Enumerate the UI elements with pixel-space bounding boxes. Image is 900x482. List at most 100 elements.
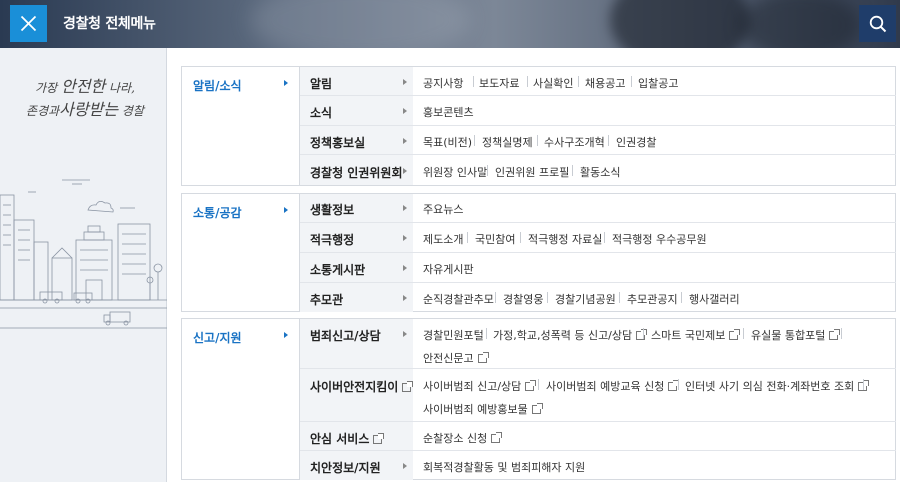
chevron-right-icon (403, 235, 407, 241)
submenu-row: 정책홍보실 목표(비전) 정책실명제 수사구조개혁 인권경찰 (300, 126, 896, 155)
menu-link[interactable]: 가정,학교,성폭력 등 신고/상담 (493, 327, 648, 343)
menu-link[interactable]: 인권위원 프로필 (495, 164, 569, 180)
submenu-item-cyber-safety[interactable]: 사이버안전지킴이 (300, 369, 414, 421)
slogan: 가장 안전한 나라, 존경과사랑받는 경찰 (10, 76, 160, 122)
divider (743, 328, 744, 339)
header-background-blur (740, 0, 860, 48)
slogan-text: 가장 (35, 81, 61, 95)
submenu-item-alert[interactable]: 알림 (300, 67, 413, 95)
category-report[interactable]: 신고/지원 (182, 319, 300, 479)
chevron-right-icon (403, 265, 407, 271)
external-link-icon (829, 329, 841, 340)
submenu-row: 적극행정 제도소개 국민참여 적극행정 자료실 적극행정 우수공무원 (300, 223, 896, 253)
menu-link-label: 가정,학교,성폭력 등 신고/상담 (493, 329, 633, 342)
slogan-text: 존경과 (26, 104, 60, 118)
submenu-item-public-safety[interactable]: 치안정보/지원 (300, 451, 413, 480)
menu-link[interactable]: 인권경찰 (616, 134, 656, 150)
menu-link[interactable]: 채용공고 (585, 75, 625, 91)
menu-link[interactable]: 국민참여 (475, 231, 515, 247)
chevron-right-icon (284, 207, 288, 213)
slogan-line-1: 가장 안전한 나라, (10, 76, 160, 99)
slogan-text: 나라, (105, 81, 135, 95)
submenu-item-human-rights[interactable]: 경찰청 인권위원회 (300, 155, 413, 185)
menu-link[interactable]: 인터넷 사기 의심 전화·계좌번호 조회 (685, 378, 870, 394)
menu-link[interactable]: 입찰공고 (638, 75, 678, 91)
divider (487, 165, 488, 176)
menu-link[interactable]: 제도소개 (423, 231, 463, 247)
menu-link[interactable]: 사이버범죄 신고/상담 (423, 378, 537, 394)
category-communication[interactable]: 소통/공감 (182, 194, 300, 311)
divider (473, 76, 474, 87)
menu-title: 경찰청 전체메뉴 (63, 16, 156, 32)
submenu-row: 소식 홍보콘텐츠 (300, 96, 896, 126)
submenu-label: 치안정보/지원 (310, 461, 381, 475)
close-menu-button[interactable] (10, 5, 47, 42)
submenu-item-news[interactable]: 소식 (300, 96, 413, 125)
left-panel: 가장 안전한 나라, 존경과사랑받는 경찰 (0, 48, 167, 482)
menu-link[interactable]: 정책실명제 (482, 134, 533, 150)
menu-link-label: 유실물 통합포털 (751, 329, 826, 342)
search-button[interactable] (859, 5, 896, 42)
menu-link[interactable]: 홍보콘텐츠 (423, 104, 474, 120)
menu-link[interactable]: 행사갤러리 (689, 291, 740, 307)
menu-link[interactable]: 유실물 통합포털 (751, 327, 841, 343)
menu-link-label: 사이버범죄 예방교육 신청 (546, 380, 665, 393)
menu-link[interactable]: 적극행정 자료실 (528, 231, 602, 247)
menu-link[interactable]: 경찰기념공원 (555, 291, 616, 307)
menu-link[interactable]: 위원장 인사말 (423, 164, 487, 180)
external-link-icon (729, 329, 741, 340)
chevron-right-icon (403, 79, 407, 85)
menu-link[interactable]: 적극행정 우수공무원 (612, 231, 707, 247)
menu-link[interactable]: 사실확인 (533, 75, 573, 91)
category-notice[interactable]: 알림/소식 (182, 67, 300, 185)
submenu-row: 추모관 순직경찰관추모 경찰영웅 경찰기념공원 추모관공지 행사갤러리 (300, 283, 896, 312)
menu-link[interactable]: 보도자료 (479, 75, 519, 91)
submenu-item-safe-service[interactable]: 안심 서비스 (300, 422, 413, 450)
menu-link[interactable]: 수사구조개혁 (544, 134, 605, 150)
submenu-item-active-admin[interactable]: 적극행정 (300, 223, 413, 252)
menu-header: 경찰청 전체메뉴 (0, 0, 900, 48)
menu-link[interactable]: 활동소식 (580, 164, 620, 180)
menu-link[interactable]: 목표(비전) (423, 134, 472, 150)
submenu-label: 추모관 (310, 293, 344, 307)
menu-link[interactable]: 추모관공지 (627, 291, 678, 307)
divider (604, 232, 605, 243)
menu-link[interactable]: 순직경찰관추모 (423, 291, 494, 307)
submenu-item-policy[interactable]: 정책홍보실 (300, 126, 413, 154)
menu-link[interactable]: 회복적경찰활동 및 범죄피해자 지원 (423, 459, 585, 475)
menu-link[interactable]: 안전신문고 (423, 350, 489, 366)
submenu-row: 경찰청 인권위원회 위원장 인사말 인권위원 프로필 활동소식 (300, 155, 896, 185)
menu-link-label: 인터넷 사기 의심 전화·계좌번호 조회 (685, 380, 855, 393)
submenu-label-text: 안심 서비스 (310, 432, 370, 446)
submenu-item-crime-report[interactable]: 범죄신고/상담 (300, 319, 413, 368)
chevron-right-icon (403, 205, 407, 211)
divider (537, 135, 538, 146)
submenu-row: 소통게시판 자유게시판 (300, 253, 896, 283)
submenu-label: 정책홍보실 (310, 136, 366, 150)
slogan-text-emphasis: 안전한 (61, 77, 106, 96)
submenu-item-board[interactable]: 소통게시판 (300, 253, 413, 282)
menu-link[interactable]: 경찰민원포털 (423, 327, 484, 343)
submenu-item-life-info[interactable]: 생활정보 (300, 194, 413, 222)
external-link-icon (525, 380, 537, 391)
chevron-right-icon (284, 80, 288, 86)
menu-link-label: 안전신문고 (423, 352, 474, 365)
menu-link[interactable]: 사이버범죄 예방교육 신청 (546, 378, 680, 394)
menu-link[interactable]: 스마트 국민제보 (651, 327, 741, 343)
submenu-row: 사이버안전지킴이 사이버범죄 신고/상담 사이버범죄 예방교육 신청 인터넷 사… (300, 369, 896, 422)
menu-link-label: 사이버범죄 신고/상담 (423, 380, 522, 393)
menu-link[interactable]: 사이버범죄 예방홍보물 (423, 401, 543, 417)
menu-link[interactable]: 경찰영웅 (503, 291, 543, 307)
submenu-row: 알림 공지사항 보도자료 사실확인 채용공고 입찰공고 (300, 67, 896, 96)
menu-link[interactable]: 공지사항 (423, 75, 463, 91)
menu-link[interactable]: 순찰장소 신청 (423, 430, 503, 446)
header-background-blur (250, 0, 470, 48)
submenu-label-text: 사이버안전지킴이 (310, 380, 399, 394)
chevron-right-icon (403, 108, 407, 114)
submenu-label: 적극행정 (310, 233, 355, 247)
menu-link[interactable]: 주요뉴스 (423, 201, 463, 217)
submenu-item-memorial[interactable]: 추모관 (300, 283, 413, 312)
menu-link[interactable]: 자유게시판 (423, 261, 474, 277)
external-link-icon (402, 381, 414, 392)
divider (495, 292, 496, 303)
